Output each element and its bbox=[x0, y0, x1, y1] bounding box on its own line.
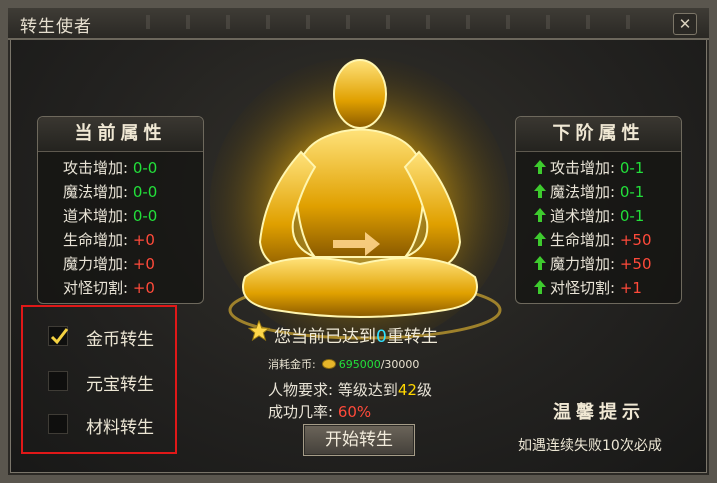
next-taoism-row: 道术增加: 0-1 bbox=[516, 204, 681, 228]
current-taoism-row: 道术增加: 0-0 bbox=[63, 207, 158, 225]
arrow-up-icon bbox=[534, 232, 546, 246]
close-button[interactable]: ✕ bbox=[673, 13, 697, 35]
tips-text: 如遇连续失败10次必成 bbox=[518, 438, 662, 454]
current-attributes-header: 当前属性 bbox=[38, 117, 203, 152]
current-magic-row: 魔法增加: 0-0 bbox=[63, 183, 158, 201]
material-rebirth-checkbox[interactable] bbox=[48, 414, 68, 434]
next-hp-row: 生命增加: +50 bbox=[516, 228, 681, 252]
ingot-rebirth-checkbox[interactable] bbox=[48, 371, 68, 391]
title-bar[interactable]: 转生使者 ✕ bbox=[8, 8, 709, 40]
gold-rebirth-label: 金币转生 bbox=[86, 330, 154, 350]
next-magic-row: 魔法增加: 0-1 bbox=[516, 180, 681, 204]
arrow-up-icon bbox=[534, 184, 546, 198]
arrow-up-icon bbox=[534, 280, 546, 294]
current-attack-row: 攻击增加: 0-0 bbox=[63, 159, 158, 177]
checkmark-icon bbox=[50, 328, 69, 345]
arrow-up-icon bbox=[534, 160, 546, 174]
rebirth-options-panel: 金币转生 元宝转生 材料转生 bbox=[21, 305, 177, 454]
current-cut-row: 对怪切割: +0 bbox=[63, 279, 155, 297]
title-ornament bbox=[128, 15, 649, 29]
next-mp-row: 魔力增加: +50 bbox=[516, 252, 681, 276]
star-icon bbox=[248, 320, 270, 342]
gold-cost: 消耗金币: 695000/30000 bbox=[268, 358, 420, 371]
window-title: 转生使者 bbox=[20, 17, 92, 37]
gold-coin-icon bbox=[321, 359, 336, 369]
close-icon: ✕ bbox=[678, 15, 692, 33]
material-rebirth-label: 材料转生 bbox=[86, 418, 154, 438]
tips-title: 温馨提示 bbox=[553, 402, 645, 423]
meditating-figure-image bbox=[210, 57, 510, 342]
next-attack-row: 攻击增加: 0-1 bbox=[516, 156, 681, 180]
start-rebirth-button[interactable]: 开始转生 bbox=[303, 424, 415, 456]
current-mp-row: 魔力增加: +0 bbox=[63, 255, 155, 273]
ingot-rebirth-option[interactable]: 元宝转生 bbox=[48, 368, 198, 396]
next-attributes-panel: 下阶属性 攻击增加: 0-1 魔法增加: 0-1 道术增加: 0-1 生命增加:… bbox=[515, 116, 682, 304]
arrow-up-icon bbox=[534, 208, 546, 222]
material-rebirth-option[interactable]: 材料转生 bbox=[48, 411, 198, 439]
gold-rebirth-checkbox[interactable] bbox=[48, 326, 69, 346]
current-attributes-panel: 当前属性 攻击增加: 0-0 魔法增加: 0-0 道术增加: 0-0 生命增加:… bbox=[37, 116, 204, 304]
current-hp-row: 生命增加: +0 bbox=[63, 231, 155, 249]
level-requirement: 人物要求: 等级达到42级 bbox=[268, 381, 432, 399]
ingot-rebirth-label: 元宝转生 bbox=[86, 375, 154, 395]
next-attributes-header: 下阶属性 bbox=[516, 117, 681, 152]
arrow-up-icon bbox=[534, 256, 546, 270]
success-rate: 成功几率: 60% bbox=[268, 403, 372, 421]
gold-rebirth-option[interactable]: 金币转生 bbox=[48, 323, 198, 351]
next-cut-row: 对怪切割: +1 bbox=[516, 276, 681, 300]
